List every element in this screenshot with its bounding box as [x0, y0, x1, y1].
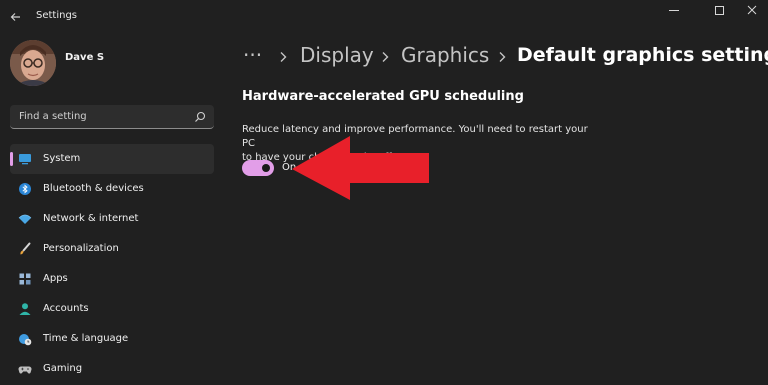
sidebar-item-gaming[interactable]: Gaming	[10, 354, 214, 384]
red-arrow-annotation	[292, 136, 429, 200]
sidebar-item-system[interactable]: System	[10, 144, 214, 174]
monitor-icon	[19, 154, 31, 165]
gpu-scheduling-toggle[interactable]	[242, 160, 274, 176]
breadcrumb-graphics[interactable]: Graphics	[401, 42, 489, 68]
back-arrow-icon[interactable]	[7, 8, 25, 26]
breadcrumb-ellipsis[interactable]: ···	[243, 42, 262, 68]
close-icon[interactable]	[730, 2, 768, 18]
sidebar-item-label: Network & internet	[43, 213, 139, 224]
title-bar: Settings	[0, 0, 768, 34]
page-title: Default graphics settings	[517, 44, 768, 66]
chevron-right-icon	[280, 52, 287, 62]
sidebar-item-label: Apps	[43, 273, 68, 284]
wifi-icon	[18, 214, 32, 224]
sidebar-item-label: Accounts	[43, 303, 89, 314]
search-box	[10, 105, 214, 129]
chevron-right-icon	[382, 52, 389, 62]
sidebar-item-label: Time & language	[43, 333, 129, 344]
sidebar-item-label: Gaming	[43, 363, 83, 374]
sidebar-item-personalization[interactable]: Personalization	[10, 234, 214, 264]
globe-clock-icon	[19, 334, 32, 346]
brush-icon	[20, 242, 31, 255]
sidebar-nav: System Bluetooth & devices Network & int…	[10, 144, 214, 384]
sidebar-item-network[interactable]: Network & internet	[10, 204, 214, 234]
active-indicator	[10, 152, 13, 166]
sidebar-item-label: Personalization	[43, 243, 119, 254]
search-input[interactable]	[10, 105, 190, 128]
breadcrumb-display[interactable]: Display	[300, 42, 374, 68]
sidebar-item-accounts[interactable]: Accounts	[10, 294, 214, 324]
search-icon[interactable]	[194, 111, 206, 123]
apps-grid-icon	[19, 273, 31, 285]
app-title: Settings	[36, 10, 78, 21]
avatar[interactable]	[10, 40, 56, 86]
sidebar-item-label: System	[43, 153, 81, 164]
user-name: Dave S	[65, 52, 105, 63]
sidebar-item-apps[interactable]: Apps	[10, 264, 214, 294]
person-icon	[19, 303, 31, 315]
minimize-icon[interactable]	[652, 2, 696, 18]
toggle-knob	[262, 164, 270, 172]
bluetooth-icon	[19, 183, 31, 195]
gamepad-icon	[18, 366, 32, 374]
section-title: Hardware-accelerated GPU scheduling	[242, 89, 524, 104]
sidebar-item-bluetooth[interactable]: Bluetooth & devices	[10, 174, 214, 204]
avatar-portrait-icon	[10, 40, 56, 86]
sidebar-item-label: Bluetooth & devices	[43, 183, 144, 194]
chevron-right-icon	[499, 52, 506, 62]
sidebar-item-time-language[interactable]: Time & language	[10, 324, 214, 354]
